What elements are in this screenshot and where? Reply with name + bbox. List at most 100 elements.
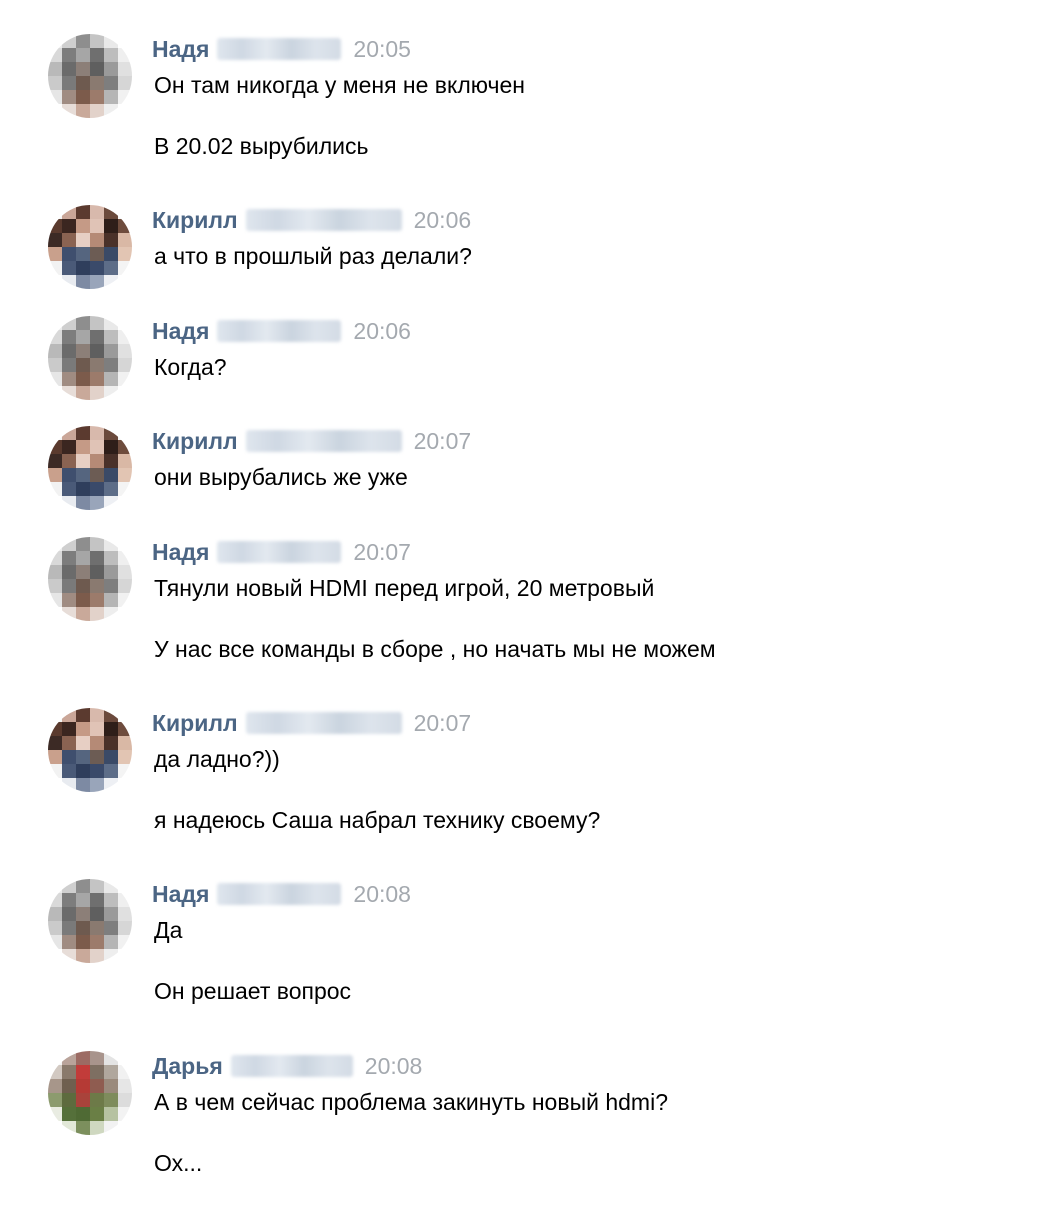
avatar-pixel	[76, 579, 90, 593]
avatar-pixel	[118, 1093, 132, 1107]
message-text: В 20.02 вырубились	[154, 133, 369, 159]
avatar-pixel	[62, 879, 76, 893]
author-name[interactable]: Кирилл	[152, 428, 238, 455]
avatar-pixel	[62, 921, 76, 935]
avatar-pixel	[118, 579, 132, 593]
avatar[interactable]	[48, 34, 132, 118]
avatar-pixel	[90, 440, 104, 454]
avatar-pixel	[48, 1065, 62, 1079]
avatar[interactable]	[48, 708, 132, 792]
avatar-pixel	[62, 722, 76, 736]
avatar-pixel	[90, 537, 104, 551]
avatar-pixel	[76, 104, 90, 118]
avatar-pixel	[76, 48, 90, 62]
author-name[interactable]: Надя	[152, 318, 209, 345]
avatar-pixel	[62, 778, 76, 792]
author-name[interactable]: Надя	[152, 36, 209, 63]
avatar-pixel	[118, 1051, 132, 1065]
avatar-pixel	[62, 205, 76, 219]
avatar-pixel	[48, 90, 62, 104]
message-text: они вырубались же уже	[154, 464, 408, 490]
avatar-pixel	[76, 750, 90, 764]
avatar[interactable]	[48, 879, 132, 963]
avatar-pixel	[90, 935, 104, 949]
avatar-pixel	[118, 386, 132, 400]
author-name[interactable]: Надя	[152, 881, 209, 908]
avatar-pixel	[48, 879, 62, 893]
message-text: А в чем сейчас проблема закинуть новый h…	[154, 1089, 668, 1115]
message-text: Тянули новый HDMI перед игрой, 20 метров…	[154, 575, 655, 601]
avatar-pixel	[76, 722, 90, 736]
message-text: да ладно?))	[154, 746, 280, 772]
message-time: 20:08	[353, 880, 411, 907]
avatar-pixel	[104, 593, 118, 607]
avatar-pixel	[76, 593, 90, 607]
avatar-pixel	[118, 48, 132, 62]
avatar-pixel	[90, 104, 104, 118]
avatar-pixel	[118, 496, 132, 510]
avatar-pixel	[104, 537, 118, 551]
avatar-pixel	[48, 358, 62, 372]
avatar-pixel	[90, 90, 104, 104]
message-header: Надя 20:06	[152, 316, 411, 346]
avatar-pixel	[118, 233, 132, 247]
author-name[interactable]: Дарья	[152, 1053, 223, 1080]
message-time: 20:05	[353, 35, 411, 62]
avatar-pixel	[76, 879, 90, 893]
avatar-pixel	[48, 76, 62, 90]
avatar-pixel	[76, 219, 90, 233]
message-text: а что в прошлый раз делали?	[154, 243, 472, 269]
avatar-pixel	[62, 537, 76, 551]
avatar-pixel	[48, 1093, 62, 1107]
avatar-pixel	[62, 247, 76, 261]
avatar-pixel	[76, 1093, 90, 1107]
avatar-pixel	[76, 90, 90, 104]
author-name[interactable]: Кирилл	[152, 710, 238, 737]
avatar[interactable]	[48, 205, 132, 289]
avatar-pixel	[90, 34, 104, 48]
avatar-pixel	[48, 330, 62, 344]
avatar-pixel	[48, 482, 62, 496]
avatar[interactable]	[48, 316, 132, 400]
avatar-pixel	[104, 205, 118, 219]
avatar-pixel	[118, 426, 132, 440]
avatar-pixel	[104, 48, 118, 62]
message-group: Кирилл 20:07 да ладно?)) я надеюсь Саша …	[48, 708, 1022, 838]
avatar-pixel	[48, 579, 62, 593]
avatar-pixel	[48, 722, 62, 736]
avatar-pixel	[48, 551, 62, 565]
avatar-pixel	[48, 764, 62, 778]
message-header: Кирилл 20:06	[152, 205, 471, 235]
author-name[interactable]: Кирилл	[152, 207, 238, 234]
avatar-pixel	[118, 708, 132, 722]
avatar-pixel	[62, 426, 76, 440]
message-header: Кирилл 20:07	[152, 708, 471, 738]
avatar-pixel	[104, 949, 118, 963]
avatar-pixel	[90, 482, 104, 496]
blurred-surname	[217, 320, 342, 342]
avatar[interactable]	[48, 1051, 132, 1135]
avatar-pixel	[76, 454, 90, 468]
avatar-pixel	[76, 537, 90, 551]
avatar-pixel	[118, 1079, 132, 1093]
avatar-pixel	[118, 778, 132, 792]
avatar-pixel	[118, 344, 132, 358]
message-time: 20:08	[364, 1052, 423, 1079]
avatar-pixel	[76, 233, 90, 247]
avatar-pixel	[90, 607, 104, 621]
message-text: Когда?	[154, 354, 227, 380]
avatar[interactable]	[48, 537, 132, 621]
message-header: Надя 20:08	[152, 879, 411, 909]
message-text: Ох...	[154, 1150, 203, 1176]
avatar-pixel	[118, 219, 132, 233]
avatar-pixel	[90, 76, 104, 90]
author-name[interactable]: Надя	[152, 539, 209, 566]
message-text: Да	[154, 917, 183, 943]
avatar-pixel	[48, 537, 62, 551]
avatar[interactable]	[48, 426, 132, 510]
avatar-pixel	[90, 372, 104, 386]
message-header: Дарья 20:08	[152, 1051, 422, 1081]
avatar-pixel	[104, 261, 118, 275]
avatar-pixel	[90, 426, 104, 440]
chat-history: Надя 20:05 Он там никогда у меня не вклю…	[0, 0, 1042, 1220]
